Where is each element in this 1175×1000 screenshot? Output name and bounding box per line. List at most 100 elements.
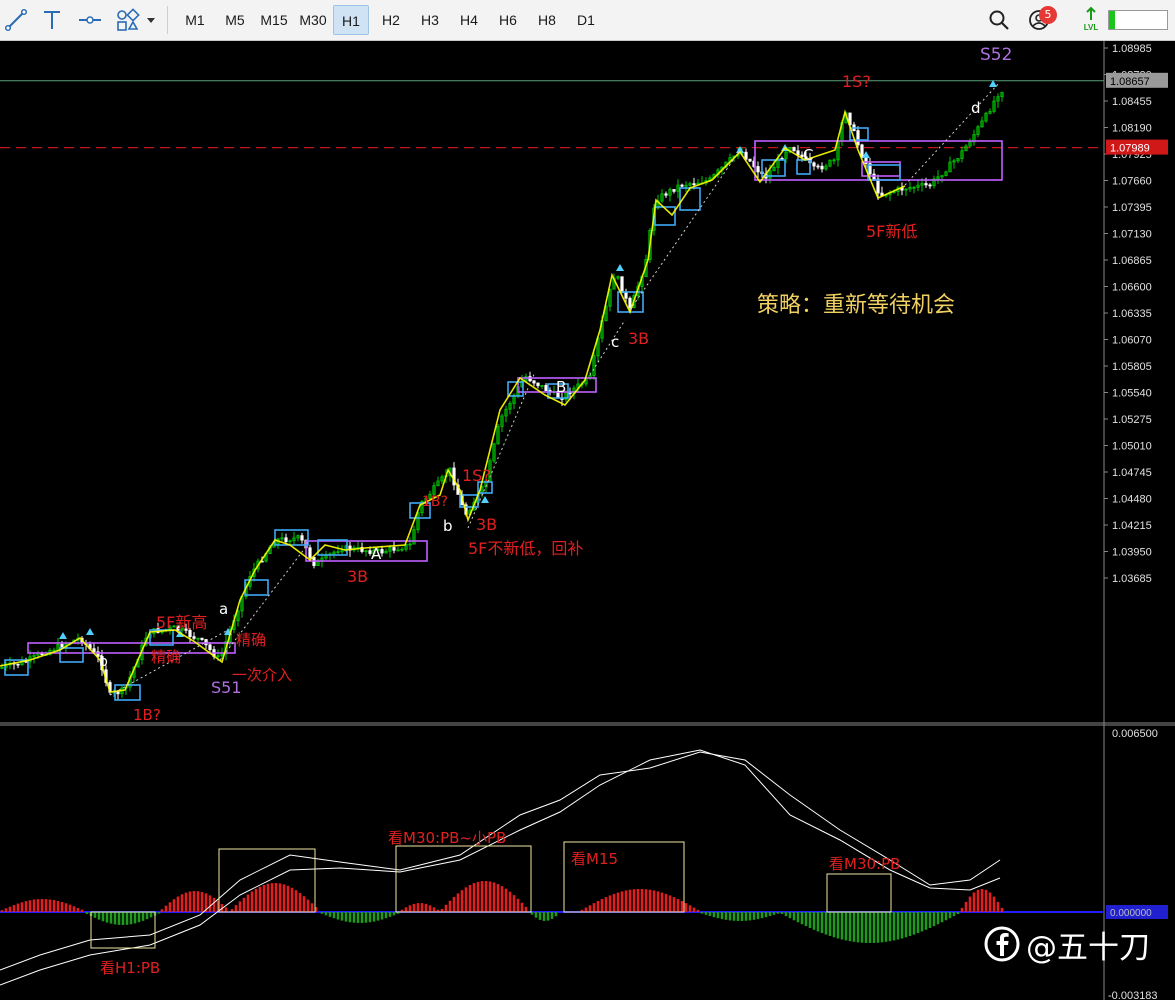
macd-bar bbox=[728, 912, 732, 921]
macd-bar bbox=[816, 912, 820, 932]
macd-bar bbox=[908, 912, 912, 936]
macd-bar bbox=[636, 889, 640, 912]
label-three-b-1: 3B bbox=[347, 567, 368, 586]
timeframe-h2[interactable]: H2 bbox=[372, 5, 410, 35]
macd-bar bbox=[234, 905, 238, 912]
price-tick-label: 1.03685 bbox=[1112, 573, 1152, 585]
macd-bar bbox=[352, 912, 356, 923]
macd-bar bbox=[888, 912, 892, 942]
label-confirm-1: 精确 bbox=[236, 631, 266, 649]
macd-bar bbox=[828, 912, 832, 936]
macd-bar bbox=[696, 909, 700, 912]
timeframe-h6[interactable]: H6 bbox=[489, 5, 527, 35]
price-tick-label: 1.04480 bbox=[1112, 494, 1152, 506]
label-one-s-mid: 1S? bbox=[462, 466, 491, 485]
shapes-icon[interactable] bbox=[115, 8, 143, 32]
macd-bar bbox=[824, 912, 828, 935]
timeframe-h4[interactable]: H4 bbox=[450, 5, 488, 35]
level-meter-fill bbox=[1109, 11, 1115, 29]
macd-bar bbox=[534, 912, 538, 918]
timeframe-d1[interactable]: D1 bbox=[567, 5, 605, 35]
macd-bar bbox=[320, 912, 324, 914]
macd-bar bbox=[864, 912, 868, 943]
macd-bar bbox=[752, 912, 756, 920]
timeframe-m5[interactable]: M5 bbox=[216, 5, 254, 35]
macd-bar bbox=[924, 912, 928, 930]
indicator-zero-label: 0.000000 bbox=[1110, 908, 1152, 919]
macd-bar bbox=[872, 912, 876, 943]
timeframe-h8[interactable]: H8 bbox=[528, 5, 566, 35]
label-wave-d: d bbox=[971, 99, 981, 117]
signal-level-icon[interactable]: LVL bbox=[1080, 6, 1102, 32]
macd-bar bbox=[956, 912, 960, 915]
macd-bar bbox=[306, 899, 310, 912]
macd-bar bbox=[149, 912, 153, 918]
hline-tool-icon[interactable] bbox=[78, 8, 102, 32]
macd-bar bbox=[85, 912, 89, 915]
macd-bar bbox=[40, 899, 44, 912]
macd-bar bbox=[404, 907, 408, 912]
macd-bar bbox=[286, 885, 290, 912]
macd-bar bbox=[768, 912, 772, 917]
search-icon[interactable] bbox=[987, 8, 1011, 32]
timeframe-h1[interactable]: H1 bbox=[333, 5, 369, 35]
timeframe-m30[interactable]: M30 bbox=[294, 5, 332, 35]
macd-bar bbox=[836, 912, 840, 939]
macd-bar bbox=[780, 912, 784, 915]
price-tick-label: 1.05275 bbox=[1112, 414, 1152, 426]
timeframe-m1[interactable]: M1 bbox=[176, 5, 214, 35]
text-tool-icon[interactable] bbox=[40, 8, 64, 32]
macd-bar bbox=[408, 905, 412, 912]
macd-bar bbox=[848, 912, 852, 942]
macd-bar bbox=[196, 891, 200, 912]
timeframe-h3[interactable]: H3 bbox=[411, 5, 449, 35]
macd-bar bbox=[896, 912, 900, 940]
macd-bar bbox=[133, 912, 137, 924]
facebook-logo-icon bbox=[984, 926, 1020, 962]
macd-bar bbox=[604, 897, 608, 912]
macd-bar bbox=[188, 891, 192, 912]
label-five-f-new-low: 5F新低 bbox=[866, 222, 917, 241]
price-tick-label: 1.06600 bbox=[1112, 282, 1152, 294]
label-box-B: B bbox=[556, 378, 566, 396]
label-one-s-top: 1S? bbox=[842, 72, 871, 91]
macd-bar bbox=[328, 912, 332, 917]
chevron-down-icon[interactable] bbox=[145, 8, 157, 32]
macd-bar bbox=[380, 912, 384, 920]
candle-body bbox=[620, 276, 624, 294]
macd-bar bbox=[988, 892, 992, 912]
macd-bar bbox=[294, 890, 298, 912]
macd-bar bbox=[266, 883, 270, 912]
macd-bar bbox=[80, 909, 84, 912]
macd-bar bbox=[356, 912, 360, 923]
candle-body bbox=[192, 636, 196, 639]
macd-bar bbox=[168, 902, 172, 912]
macd-bar bbox=[964, 901, 968, 912]
macd-bar bbox=[472, 883, 476, 912]
macd-bar bbox=[157, 912, 161, 914]
trendline-icon[interactable] bbox=[4, 8, 28, 32]
candle-body bbox=[532, 380, 536, 384]
macd-bar bbox=[392, 912, 396, 916]
macd-bar bbox=[760, 912, 764, 919]
macd-bar bbox=[117, 912, 121, 925]
macd-bar bbox=[612, 893, 616, 912]
macd-bar bbox=[656, 891, 660, 912]
macd-bar bbox=[16, 903, 20, 912]
macd-bar bbox=[904, 912, 908, 938]
macd-bar bbox=[60, 901, 64, 912]
candle-body bbox=[300, 535, 304, 541]
price-tick-label: 1.06070 bbox=[1112, 335, 1152, 347]
price-tick-label: 1.03950 bbox=[1112, 547, 1152, 559]
macd-bar bbox=[282, 884, 286, 912]
macd-bar bbox=[960, 907, 964, 912]
macd-bar bbox=[224, 907, 228, 912]
macd-bar bbox=[860, 912, 864, 943]
price-chart[interactable]: 1.089851.087201.084551.081901.079251.076… bbox=[0, 41, 1175, 1000]
macd-bar bbox=[984, 889, 988, 912]
macd-bar bbox=[640, 889, 644, 912]
candle-body bbox=[792, 147, 796, 152]
price-tick-label: 1.06865 bbox=[1112, 255, 1152, 267]
timeframe-m15[interactable]: M15 bbox=[255, 5, 293, 35]
macd-bar bbox=[632, 889, 636, 912]
